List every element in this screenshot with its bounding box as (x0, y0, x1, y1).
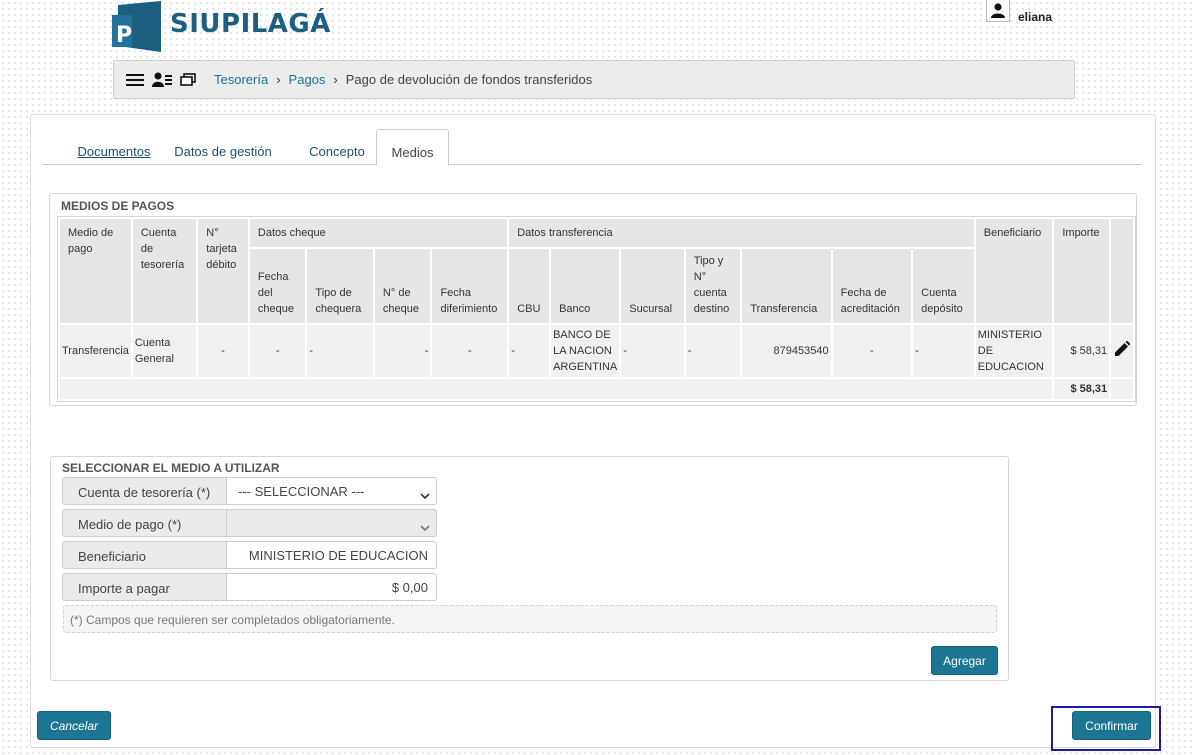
medio-pago-row: Medio de pago (*) (62, 509, 437, 537)
col-fecha-cheque: Fecha del cheque (249, 249, 306, 323)
seleccionar-medio-section: SELECCIONAR EL MEDIO A UTILIZAR Cuenta d… (50, 456, 1009, 681)
logo-letter: P (116, 23, 132, 48)
table-row: Transferencia Cuenta General - - - - - -… (60, 325, 1133, 377)
group-datos-transferencia: Datos transferencia (509, 219, 974, 247)
app-logo-text: SIUPILAGÁ (170, 9, 331, 39)
medios-de-pagos-section: MEDIOS DE PAGOS Medio de pago Cuenta de … (49, 193, 1137, 406)
breadcrumb-current: Pago de devolución de fondos transferido… (345, 72, 593, 87)
tab-datos-de-gestion[interactable]: Datos de gestión (168, 129, 278, 165)
total-importe: $ 58,31 (1054, 379, 1110, 399)
importe-label: Importe a pagar (62, 573, 226, 601)
beneficiario-label: Beneficiario (62, 541, 226, 569)
tab-documentos[interactable]: Documentos (59, 129, 169, 165)
tab-bar: Documentos Datos de gestión Concepto Med… (42, 129, 1142, 166)
medios-de-pagos-table: Medio de pago Cuenta de tesorería N° tar… (57, 216, 1136, 402)
cuenta-tesoreria-label: Cuenta de tesorería (*) (62, 477, 226, 505)
col-acciones (1111, 219, 1133, 323)
section-title: SELECCIONAR EL MEDIO A UTILIZAR (62, 461, 280, 475)
total-row: $ 58,31 (60, 379, 1133, 399)
cell-fecha-cheque: - (249, 325, 306, 377)
importe-field[interactable]: $ 0,00 (226, 573, 437, 601)
cell-nro-cheque: - (374, 325, 431, 377)
tab-concepto[interactable]: Concepto (295, 129, 379, 165)
col-fecha-diferimiento: Fecha diferimiento (432, 249, 508, 323)
chevron-down-icon (420, 520, 430, 535)
col-transferencia: Transferencia (742, 249, 831, 323)
col-nro-cheque: N° de cheque (374, 249, 431, 323)
group-datos-cheque: Datos cheque (249, 219, 508, 247)
edit-icon[interactable] (1111, 325, 1133, 377)
cell-medio: Transferencia (60, 325, 131, 377)
col-cbu: CBU (509, 249, 550, 323)
col-banco: Banco (551, 249, 620, 323)
importe-row: Importe a pagar $ 0,00 (62, 573, 437, 601)
col-beneficiario: Beneficiario (975, 219, 1053, 323)
required-fields-note: (*) Campos que requieren ser completados… (63, 605, 997, 633)
chevron-right-icon: › (333, 72, 338, 87)
user-name[interactable]: eliana (1018, 10, 1052, 24)
tab-medios[interactable]: Medios (376, 129, 449, 166)
cell-fecha-diferimiento: - (432, 325, 508, 377)
col-tarjeta: N° tarjeta débito (198, 219, 248, 323)
col-medio: Medio de pago (60, 219, 131, 323)
col-cuenta: Cuenta de tesorería (132, 219, 197, 323)
breadcrumb-pagos[interactable]: Pagos (289, 72, 326, 87)
col-sucursal: Sucursal (621, 249, 684, 323)
beneficiario-field[interactable]: MINISTERIO DE EDUCACION (226, 541, 437, 569)
cell-banco: BANCO DE LA NACION ARGENTINA (551, 325, 620, 377)
windows-icon[interactable] (180, 73, 196, 86)
cell-cuenta-deposito: - (913, 325, 974, 377)
cell-tarjeta: - (198, 325, 248, 377)
agregar-button[interactable]: Agregar (931, 646, 998, 675)
col-tipo-cuenta: Tipo y N° cuenta destino (685, 249, 741, 323)
cell-sucursal: - (621, 325, 684, 377)
cell-beneficiario: MINISTERIO DE EDUCACION (975, 325, 1053, 377)
cell-transferencia: 879453540 (742, 325, 831, 377)
col-tipo-chequera: Tipo de chequera (307, 249, 373, 323)
cancelar-button[interactable]: Cancelar (37, 711, 111, 740)
cell-tipo-cuenta: - (685, 325, 741, 377)
col-fecha-acreditacion: Fecha de acreditación (832, 249, 912, 323)
menu-icon[interactable] (126, 73, 144, 87)
medio-pago-select[interactable] (226, 509, 437, 537)
col-cuenta-deposito: Cuenta depósito (913, 249, 974, 323)
chevron-down-icon (420, 488, 430, 503)
user-icon[interactable] (986, 0, 1010, 22)
cell-importe: $ 58,31 (1054, 325, 1110, 377)
cell-fecha-acreditacion: - (832, 325, 912, 377)
cell-cbu: - (509, 325, 550, 377)
breadcrumb: Tesorería › Pagos › Pago de devolución d… (113, 60, 1075, 99)
section-title: MEDIOS DE PAGOS (61, 199, 175, 213)
cell-tipo-chequera: - (307, 325, 373, 377)
medio-pago-label: Medio de pago (*) (62, 509, 226, 537)
app-logo-icon: P (112, 1, 163, 52)
cuenta-tesoreria-select[interactable]: --- SELECCIONAR --- (226, 477, 437, 505)
cuenta-tesoreria-row: Cuenta de tesorería (*) --- SELECCIONAR … (62, 477, 437, 505)
breadcrumb-tesoreria[interactable]: Tesorería (214, 72, 268, 87)
cell-cuenta: Cuenta General (132, 325, 197, 377)
chevron-right-icon: › (276, 72, 281, 87)
confirmar-button[interactable]: Confirmar (1072, 711, 1151, 740)
col-importe: Importe (1054, 219, 1110, 323)
cuenta-tesoreria-value: --- SELECCIONAR --- (238, 484, 365, 499)
beneficiario-row: Beneficiario MINISTERIO DE EDUCACION (62, 541, 437, 569)
user-list-icon[interactable] (152, 72, 172, 88)
